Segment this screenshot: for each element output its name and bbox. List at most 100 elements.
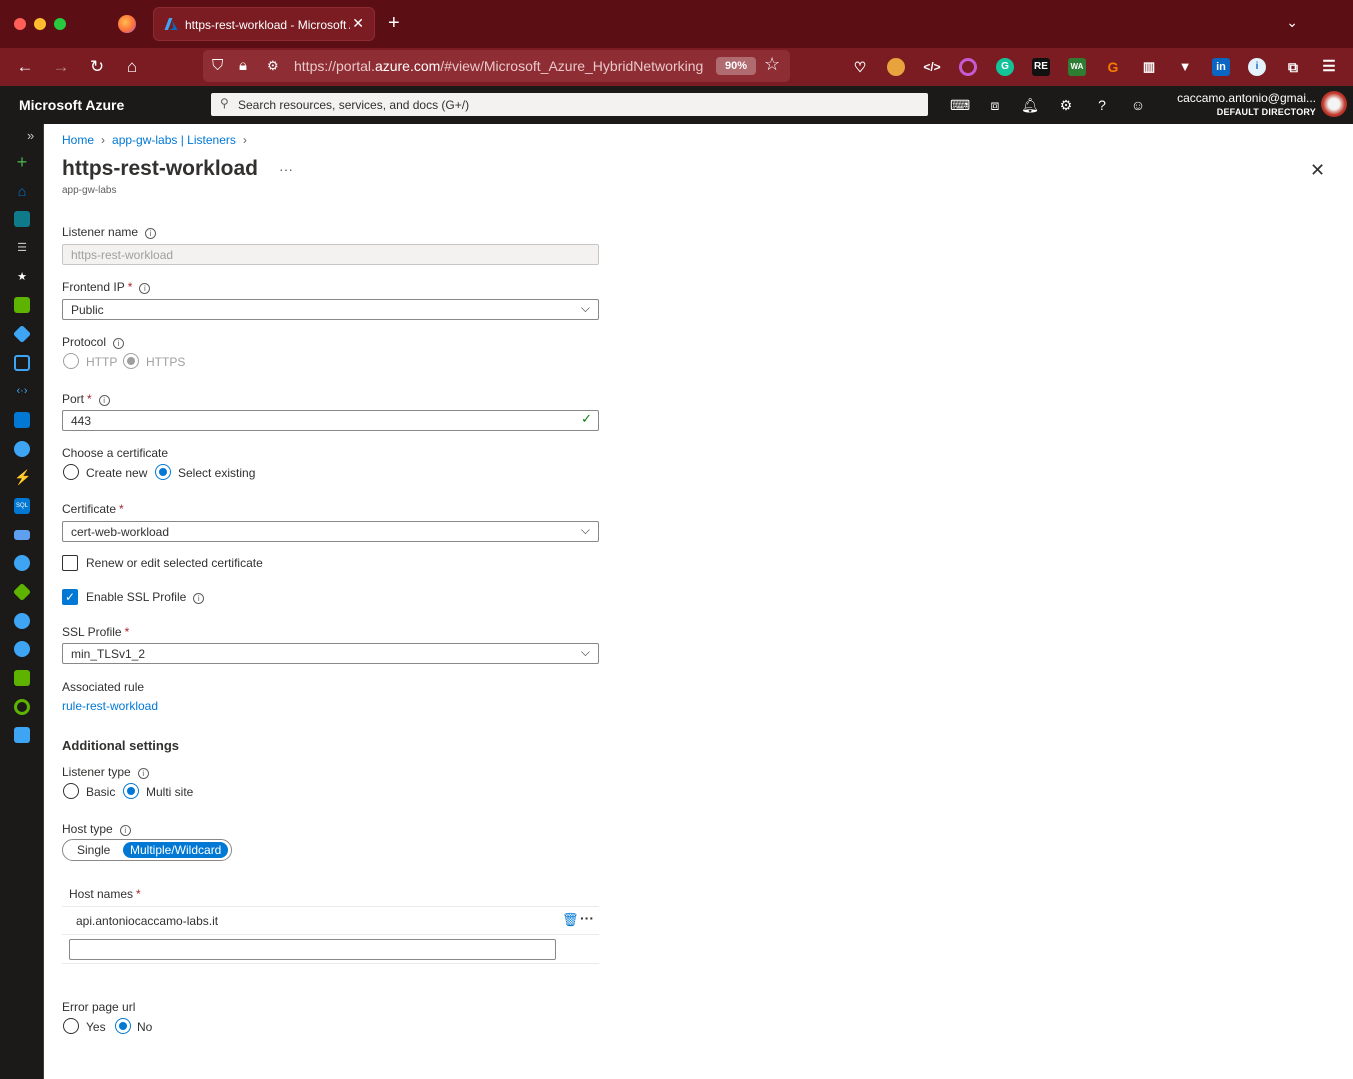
breadcrumb-home[interactable]: Home	[62, 133, 94, 147]
menu-hamburger-icon[interactable]: ☰	[1320, 58, 1338, 76]
bookmark-star-icon[interactable]: ☆	[764, 54, 780, 75]
info-icon[interactable]: i	[137, 768, 149, 779]
global-search-input[interactable]: ⚲ Search resources, services, and docs (…	[211, 93, 928, 116]
extension-cookie-icon[interactable]	[887, 58, 905, 76]
extensions-puzzle-icon[interactable]: ⧉	[1284, 58, 1302, 76]
virtual-networks-icon[interactable]	[14, 555, 30, 571]
delete-trash-icon[interactable]: 🗑︎	[562, 912, 579, 928]
url-text[interactable]: https://portal.azure.com/#view/Microsoft…	[294, 58, 708, 74]
storage-accounts-icon[interactable]	[14, 530, 30, 540]
pocket-icon[interactable]: ♡	[851, 58, 869, 76]
close-pane-icon[interactable]: ✕	[1310, 160, 1325, 181]
maximize-window-button[interactable]	[54, 18, 66, 30]
listener-type-basic-radio[interactable]	[63, 783, 79, 799]
page-title: https-rest-workload	[62, 157, 259, 180]
renew-cert-checkbox[interactable]	[62, 555, 78, 571]
close-window-button[interactable]	[14, 18, 26, 30]
function-apps-icon[interactable]: ‹·›	[14, 383, 30, 399]
ssl-profile-select[interactable]: min_TLSv1_2 ⌵	[62, 643, 599, 664]
favorites-star-icon[interactable]: ★	[14, 269, 30, 285]
cloud-shell-icon[interactable]: ⌨	[950, 96, 970, 114]
new-tab-button[interactable]: +	[388, 11, 400, 35]
create-resource-icon[interactable]: +	[14, 153, 30, 171]
certificate-select[interactable]: cert-web-workload ⌵	[62, 521, 599, 542]
firefox-icon[interactable]	[118, 15, 136, 33]
frontend-ip-select[interactable]: Public ⌵	[62, 299, 599, 320]
listener-type-multisite-radio[interactable]	[123, 783, 139, 799]
settings-gear-icon[interactable]: ⚙	[1057, 96, 1075, 114]
minimize-window-button[interactable]	[34, 18, 46, 30]
cosmos-db-icon[interactable]	[14, 441, 30, 457]
extension-orange-icon[interactable]: G	[1104, 58, 1122, 76]
port-input[interactable]: 443 ✓	[62, 410, 599, 431]
sql-database-icon[interactable]: SQL	[14, 498, 30, 514]
reload-icon[interactable]: ↻	[85, 55, 109, 79]
tab-list-chevron-icon[interactable]: ⌄	[1286, 14, 1298, 31]
error-page-yes-radio[interactable]	[63, 1018, 79, 1034]
devtools-icon[interactable]: </>	[923, 58, 941, 76]
zoom-level-badge[interactable]: 90%	[716, 57, 756, 75]
security-center-icon[interactable]	[14, 670, 30, 686]
extension-info-icon[interactable]: i	[1248, 58, 1266, 76]
info-icon[interactable]: i	[113, 338, 125, 349]
browser-tab-active[interactable]: https-rest-workload - Microsoft Azure ✕	[153, 7, 375, 41]
forward-arrow-icon[interactable]: →	[49, 55, 73, 79]
error-page-no-radio[interactable]	[115, 1018, 131, 1034]
all-resources-icon[interactable]	[14, 297, 30, 313]
extension-v-icon[interactable]: ▼	[1176, 58, 1194, 76]
avatar[interactable]	[1321, 91, 1347, 117]
permissions-icon[interactable]: ⚙︎	[267, 56, 279, 76]
info-icon[interactable]: i	[119, 825, 131, 836]
advisor-icon[interactable]	[14, 641, 30, 657]
expand-sidebar-icon[interactable]: »	[27, 128, 34, 143]
tab-close-icon[interactable]: ✕	[352, 15, 364, 32]
account-menu[interactable]: caccamo.antonio@gmai... DEFAULT DIRECTOR…	[1177, 91, 1316, 117]
home-icon[interactable]: ⌂	[120, 55, 144, 79]
host-type-single-option[interactable]: Single	[70, 842, 117, 858]
shield-icon[interactable]: ⛉	[212, 56, 223, 76]
linkedin-icon[interactable]: in	[1212, 58, 1230, 76]
app-services-icon[interactable]	[14, 355, 30, 371]
select-existing-cert-radio[interactable]	[155, 464, 171, 480]
portal-sidebar: » + ⌂ ☰ ★ ‹·› ⚡ SQL	[0, 124, 44, 1079]
create-new-cert-radio[interactable]	[63, 464, 79, 480]
protocol-http-label: HTTP	[86, 355, 118, 369]
grammarly-icon[interactable]: G	[996, 58, 1014, 76]
back-arrow-icon[interactable]: ←	[13, 55, 37, 79]
virtual-machines-icon[interactable]	[14, 412, 30, 428]
extension-bars-icon[interactable]: ▥	[1140, 58, 1158, 76]
more-options-icon[interactable]: ···	[580, 910, 594, 926]
protocol-http-radio[interactable]	[63, 353, 79, 369]
home-icon[interactable]: ⌂	[14, 183, 30, 199]
cost-management-icon[interactable]	[14, 699, 30, 715]
dashboard-icon[interactable]	[14, 211, 30, 227]
enable-ssl-profile-checkbox[interactable]: ✓	[62, 589, 78, 605]
help-icon[interactable]: ?	[1093, 96, 1111, 114]
info-icon[interactable]: i	[193, 593, 205, 604]
breadcrumb-listeners[interactable]: app-gw-labs | Listeners	[112, 133, 236, 147]
resource-groups-icon[interactable]	[12, 324, 32, 344]
url-bar[interactable]: ⛉ 🔒︎ ⚙︎ https://portal.azure.com/#view/M…	[203, 50, 790, 82]
host-type-multiple-option[interactable]: Multiple/Wildcard	[123, 842, 229, 858]
new-host-name-input[interactable]	[69, 939, 556, 960]
error-page-no-label: No	[137, 1020, 153, 1034]
azure-brand[interactable]: Microsoft Azure	[19, 97, 124, 113]
lock-icon[interactable]: 🔒︎	[239, 56, 247, 76]
extension-dark-icon[interactable]: RE	[1032, 58, 1050, 76]
directory-filter-icon[interactable]: ⧈	[986, 96, 1004, 114]
feedback-icon[interactable]: ☺	[1129, 96, 1147, 114]
more-options-icon[interactable]: ···	[279, 161, 293, 177]
info-icon[interactable]: i	[139, 283, 151, 294]
protocol-https-radio[interactable]	[123, 353, 139, 369]
functions-bolt-icon[interactable]: ⚡	[14, 469, 31, 485]
info-icon[interactable]: i	[145, 228, 157, 239]
monitor-icon[interactable]	[14, 613, 30, 629]
load-balancers-icon[interactable]	[12, 582, 32, 602]
notifications-bell-icon[interactable]: 🔔︎	[1021, 96, 1039, 114]
extension-green-icon[interactable]: WA	[1068, 58, 1086, 76]
extension-color-icon[interactable]	[959, 58, 977, 76]
associated-rule-link[interactable]: rule-rest-workload	[62, 699, 158, 713]
help-support-icon[interactable]	[14, 727, 30, 743]
all-services-icon[interactable]: ☰	[14, 240, 30, 256]
info-icon[interactable]: i	[98, 395, 110, 406]
